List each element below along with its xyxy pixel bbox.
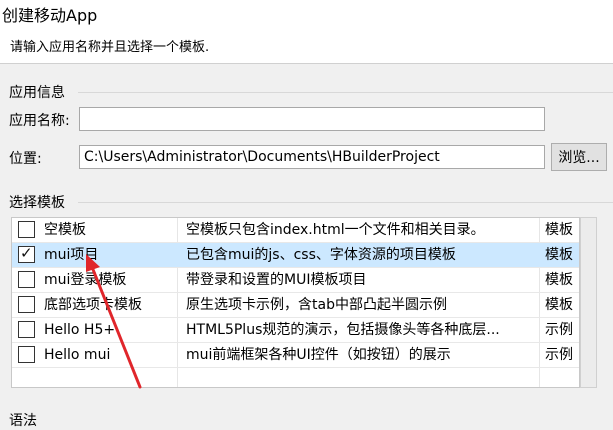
annotation-arrow-icon — [86, 254, 142, 389]
